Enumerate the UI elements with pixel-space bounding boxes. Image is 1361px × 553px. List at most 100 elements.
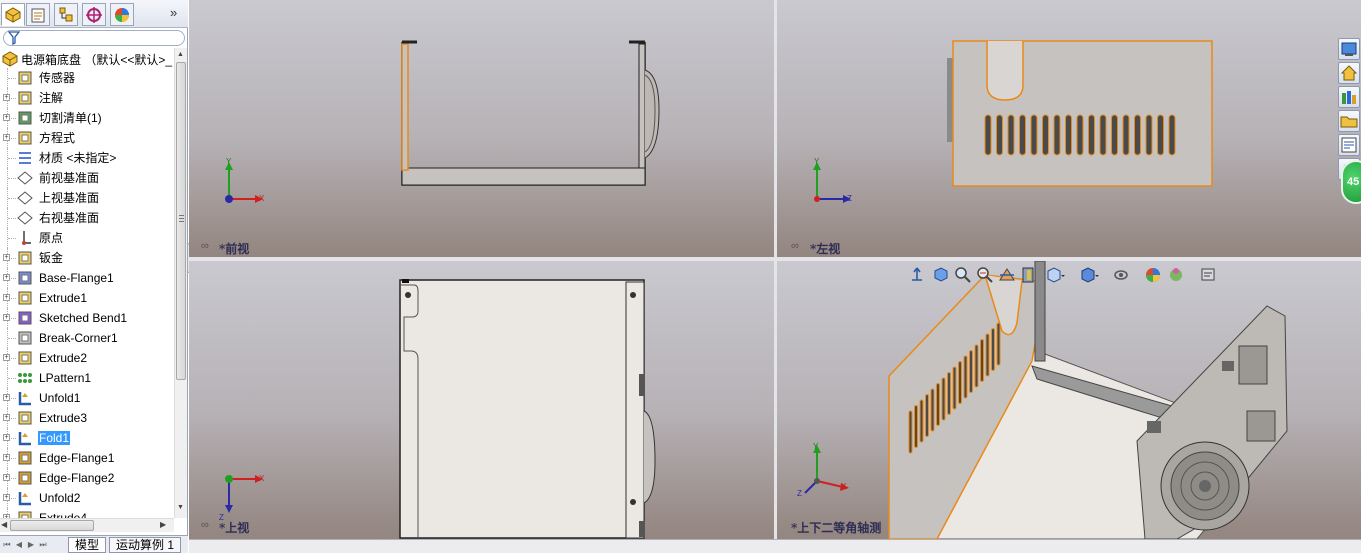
feature-manager-tab[interactable] [1,3,25,26]
tree-item[interactable]: + Extrude2 [0,348,174,368]
tree-item[interactable]: + Extrude4 [0,508,174,518]
expand-toggle-icon[interactable]: + [3,474,10,481]
scroll-right-arrow-icon[interactable]: ▶ [160,520,166,529]
tree-item[interactable]: + 切割清单(1) [0,108,174,128]
property-manager-tab[interactable] [26,3,50,26]
last-tab-arrow-icon[interactable]: ⏭ [38,539,48,550]
more-tabs-button[interactable]: » [170,5,177,20]
tree-item-label: Extrude2 [39,351,88,365]
tree-item[interactable]: 传感器 [0,68,174,88]
expand-toggle-icon[interactable]: + [3,354,10,361]
performance-badge[interactable]: 45 [1341,160,1361,204]
expand-toggle-icon[interactable]: + [3,454,10,461]
viewport-front[interactable]: Y X ∞ *前视 [189,0,774,257]
viewport-left[interactable]: Y Z ∞ *左视 [777,0,1361,257]
display-manager-tab[interactable] [110,3,134,26]
previous-view-icon[interactable] [975,265,995,285]
view-orientation-menu-icon[interactable] [1045,265,1065,285]
tree-item[interactable]: + Sketched Bend1 [0,308,174,328]
tree-item[interactable]: + Extrude3 [0,408,174,428]
expand-toggle-icon[interactable]: + [3,294,10,301]
prev-tab-arrow-icon[interactable]: ◀ [14,539,24,550]
configuration-manager-tab[interactable] [54,3,78,26]
tree-item[interactable]: 前视基准面 [0,168,174,188]
tree-item[interactable]: + Unfold2 [0,488,174,508]
scroll-down-arrow-icon[interactable]: ▼ [177,504,184,511]
tree-item[interactable]: + 钣金 [0,248,174,268]
view-link-icon[interactable]: ∞ [201,519,209,531]
viewport-top[interactable]: X Z ∞ *上视 [189,261,774,539]
viewport-iso-label: *上下二等角轴测 [791,521,882,535]
expand-toggle-icon[interactable]: + [3,114,10,121]
tree-item[interactable]: + 注解 [0,88,174,108]
section-view-icon[interactable] [997,265,1017,285]
view-palette-button[interactable] [1338,134,1360,156]
configuration-manager-icon [59,7,73,21]
next-tab-arrow-icon[interactable]: ▶ [26,539,36,550]
tree-vertical-scrollbar[interactable]: ▲ ▼ [174,48,187,518]
tree-item[interactable]: + Extrude1 [0,288,174,308]
horizontal-scroll-thumb[interactable] [10,520,94,531]
dimxpert-tab[interactable] [82,3,106,26]
vent-slot [1065,114,1072,156]
view-link-icon[interactable]: ∞ [791,240,799,252]
expand-toggle-icon[interactable]: + [3,414,10,421]
tree-item[interactable]: + Unfold1 [0,388,174,408]
expand-toggle-icon[interactable]: + [3,434,10,441]
tree-item[interactable]: 右视基准面 [0,208,174,228]
display-style-icon[interactable] [1079,265,1099,285]
expand-toggle-icon[interactable]: + [3,134,10,141]
tree-item-label: Fold1 [38,431,71,445]
view-link-icon[interactable]: ∞ [201,240,209,252]
tree-item[interactable]: + Fold1 [0,428,174,448]
tab-motion-study[interactable]: 运动算例 1 [109,537,182,553]
tree-item[interactable]: 材质 <未指定> [0,148,174,168]
tree-item[interactable]: + 方程式 [0,128,174,148]
tree-item[interactable]: Break-Corner1 [0,328,174,348]
solidworks-resources-button[interactable] [1338,38,1360,60]
file-explorer-button[interactable] [1338,110,1360,132]
tree-item[interactable]: + Base-Flange1 [0,268,174,288]
extrude-icon [18,511,32,518]
expand-toggle-icon[interactable]: + [3,314,10,321]
hide-show-plane-icon[interactable] [1019,265,1039,285]
tree-horizontal-scrollbar[interactable]: ◀ ▶ [0,518,174,532]
unfold-icon [18,492,31,506]
feature-filter-input[interactable] [3,30,185,46]
tree-item[interactable]: 原点 [0,228,174,248]
expand-toggle-icon[interactable]: + [3,274,10,281]
tree-item[interactable]: LPattern1 [0,368,174,388]
triad-axes-icon [225,475,263,513]
tree-item[interactable]: + Edge-Flange2 [0,468,174,488]
expand-toggle-icon[interactable]: + [3,394,10,401]
cut-list-icon [18,111,32,125]
home-button[interactable] [1338,62,1360,84]
tree-item[interactable]: 上视基准面 [0,188,174,208]
feature-tree: 电源箱底盘 （默认<<默认>_ 传感器 + 注解 + 切割清单(1) + 方程式 材质 <未指… [0,48,174,518]
design-library-button[interactable] [1338,86,1360,108]
hide-show-items-icon[interactable] [1113,265,1133,285]
filter-icon [8,31,20,45]
zoom-to-fit-icon[interactable] [931,265,951,285]
scroll-left-arrow-icon[interactable]: ◀ [1,520,7,529]
tree-root-part[interactable]: 电源箱底盘 （默认<<默认>_ [2,50,172,68]
view-settings-icon[interactable] [1199,265,1219,285]
viewport-isometric[interactable]: Y X Z *上下二等角轴测 [777,261,1361,539]
expand-toggle-icon[interactable]: + [3,494,10,501]
expand-toggle-icon[interactable]: + [3,94,10,101]
edit-appearance-icon[interactable] [1143,265,1163,285]
apply-scene-icon[interactable] [1167,265,1187,285]
axis-y-label: Y [813,442,819,451]
view-orientation-icon[interactable] [907,265,927,285]
part-icon [2,51,18,67]
first-tab-arrow-icon[interactable]: ⏮ [2,539,12,550]
isometric-view-model [888,261,1288,539]
scroll-up-arrow-icon[interactable]: ▲ [177,51,184,58]
vertical-scroll-thumb[interactable] [176,62,186,380]
zoom-to-area-icon[interactable] [953,265,973,285]
plane-icon [17,171,33,185]
tab-model[interactable]: 模型 [68,537,107,553]
tree-root-label: 电源箱底盘 （默认<<默认>_ [21,52,173,67]
expand-toggle-icon[interactable]: + [3,254,10,261]
tree-item[interactable]: + Edge-Flange1 [0,448,174,468]
